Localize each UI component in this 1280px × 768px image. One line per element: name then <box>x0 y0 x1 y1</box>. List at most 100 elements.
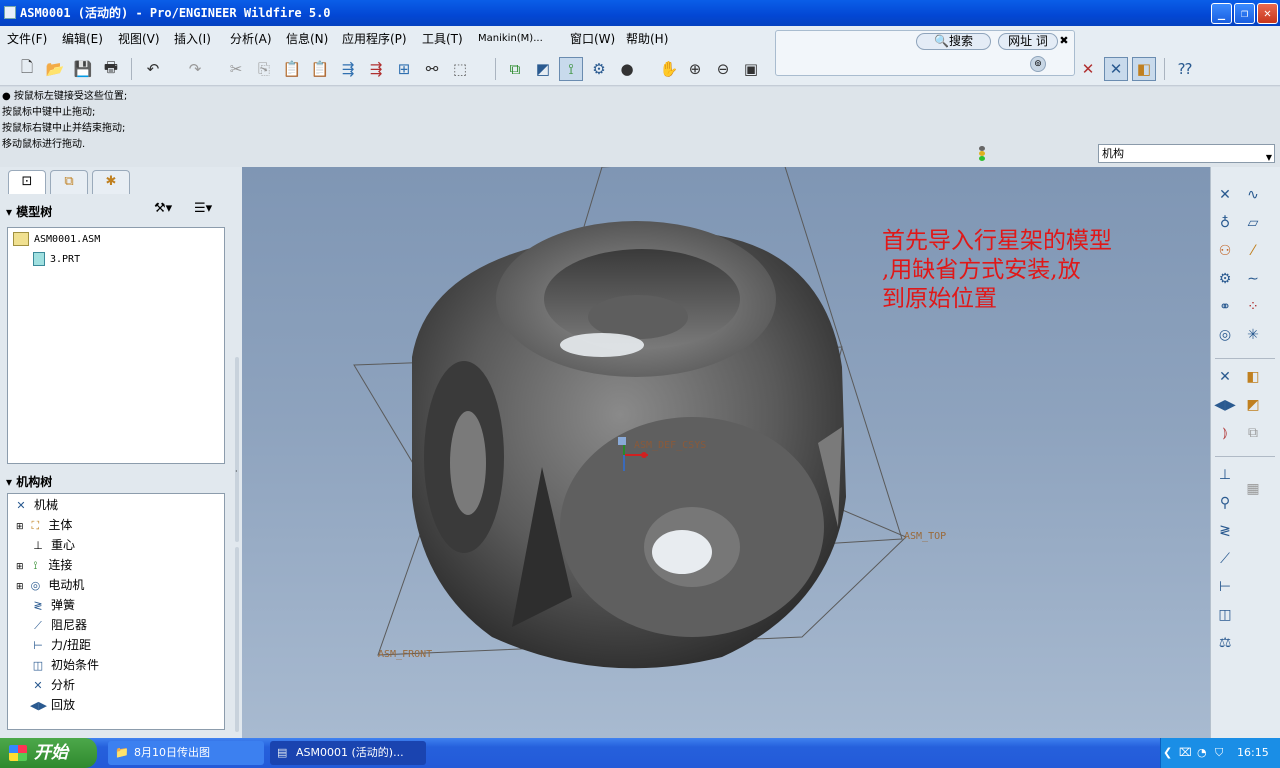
select-box-icon[interactable]: ⬚ <box>448 57 472 81</box>
menu-help[interactable]: 帮助(H) <box>626 26 668 52</box>
tree-item[interactable]: ✕ 机械 <box>13 496 58 514</box>
menu-file[interactable]: 文件(F) <box>7 26 47 52</box>
find-icon[interactable]: ⊞ <box>392 57 416 81</box>
start-button[interactable]: 开始 <box>0 738 97 768</box>
motor-icon[interactable]: ◎ <box>1214 324 1236 346</box>
damper-icon[interactable]: ⟋ <box>1214 548 1236 570</box>
tab-favorites[interactable]: ✱ <box>92 170 130 194</box>
minimize-button[interactable]: _ <box>1211 3 1232 24</box>
volume-icon[interactable]: ◔ <box>1197 738 1207 768</box>
spring-icon[interactable]: ≷ <box>1214 520 1236 542</box>
tree-item[interactable]: ✕ 分析 <box>30 676 75 694</box>
tab-folder-browser[interactable]: ⧉ <box>50 170 88 194</box>
mass-properties-icon[interactable]: ⚖ <box>1214 632 1236 654</box>
cut-icon[interactable]: ✂ <box>224 57 248 81</box>
maximize-button[interactable]: ❐ <box>1234 3 1255 24</box>
address-button[interactable]: 网址 词 <box>998 33 1058 50</box>
menu-insert[interactable]: 插入(I) <box>174 26 211 52</box>
task-proe[interactable]: ▤ ASM0001 (活动的)... <box>270 741 426 765</box>
graphics-window[interactable]: ASM_DEF_CSYS ASM_TOP ASM_FRONT 首先导入行星架的模… <box>242 167 1210 738</box>
close-button[interactable]: ✕ <box>1257 3 1278 24</box>
analysis-icon[interactable]: ✕ <box>1214 366 1236 388</box>
panel-splitter[interactable]: · <box>233 357 241 732</box>
pan-hand-icon[interactable]: ✋ <box>657 57 681 81</box>
datum-label-top[interactable]: ASM_TOP <box>904 531 946 542</box>
zoom-in-icon[interactable]: ⊕ <box>683 57 707 81</box>
tree-filter-icon[interactable]: ⧉ <box>503 57 527 81</box>
sketch-icon[interactable]: ◩ <box>531 57 555 81</box>
measure-icon[interactable]: ◧ <box>1242 366 1264 388</box>
tree-item[interactable]: ⟋ 阻尼器 <box>30 616 87 634</box>
cam-icon[interactable]: ∿ <box>1242 184 1264 206</box>
tree-item[interactable]: ≷ 弹簧 <box>30 596 75 614</box>
export-icon[interactable]: ⧉ <box>1242 422 1264 444</box>
connections-icon[interactable]: ⚇ <box>1214 240 1236 262</box>
datum-csys-icon[interactable]: ✳ <box>1242 324 1264 346</box>
search-button[interactable]: 🔍搜索 <box>916 33 991 50</box>
force-torque-icon[interactable]: ⊢ <box>1214 576 1236 598</box>
binoculars-icon[interactable]: ⚯ <box>420 57 444 81</box>
shading-sphere-icon[interactable]: ● <box>615 57 639 81</box>
initial-condition-icon[interactable]: ◫ <box>1214 604 1236 626</box>
print-icon[interactable]: 🖶 <box>99 57 123 81</box>
menu-analysis[interactable]: 分析(A) <box>230 26 272 52</box>
copy-icon[interactable]: ⎘ <box>252 57 276 81</box>
menu-tools[interactable]: 工具(T) <box>422 26 463 52</box>
tree-item[interactable]: ◫ 初始条件 <box>30 656 99 674</box>
menu-view[interactable]: 视图(V) <box>118 26 160 52</box>
tab-model-tree[interactable]: ⊡ <box>8 170 46 194</box>
gear-icon[interactable]: ⚙ <box>1214 268 1236 290</box>
tree-tools-icon[interactable]: ⚒▾ <box>154 201 172 216</box>
settings-icon[interactable]: ⚙ <box>587 57 611 81</box>
datum-label-front[interactable]: ASM_FRONT <box>378 649 432 660</box>
datum-axis-icon[interactable]: ✕ <box>1076 57 1100 81</box>
model-tree-header[interactable]: ▾ 模型树 <box>6 203 52 220</box>
datum-point-icon[interactable]: ✕ <box>1104 57 1128 81</box>
selection-filter[interactable]: 机构 ▼ <box>1098 144 1275 163</box>
refit-icon[interactable]: ▣ <box>739 57 763 81</box>
tree-item[interactable]: 3.PRT <box>33 251 80 269</box>
curve-icon[interactable]: ∼ <box>1242 268 1264 290</box>
undo-icon[interactable]: ↶ <box>141 57 165 81</box>
clock[interactable]: 16:15 <box>1237 738 1269 768</box>
paste-icon[interactable]: 📋 <box>280 57 304 81</box>
tree-item[interactable]: ⊞ ⛶ 主体 <box>16 516 72 534</box>
gravity-icon[interactable]: ♁ <box>1214 212 1236 234</box>
network-icon[interactable]: ⌧ <box>1179 738 1192 768</box>
save-icon[interactable]: 💾 <box>71 57 95 81</box>
menu-manikin[interactable]: Manikin(M)... <box>478 26 543 52</box>
menu-info[interactable]: 信息(N) <box>286 26 328 52</box>
csys-label[interactable]: ASM_DEF_CSYS <box>634 440 706 451</box>
context-help-icon[interactable]: ⁇ <box>1173 57 1197 81</box>
tree-settings-icon[interactable]: ☰▾ <box>194 201 212 216</box>
paste-special-icon[interactable]: 📋 <box>308 57 332 81</box>
connections-icon[interactable]: ⟟ <box>559 57 583 81</box>
mechanism-tree-header[interactable]: ▾ 机构树 <box>6 473 52 490</box>
tree-item[interactable]: ⊢ 力/扭距 <box>30 636 91 654</box>
belt-icon[interactable]: ⚭ <box>1214 296 1236 318</box>
table-icon[interactable]: ▦ <box>1242 478 1264 500</box>
playback-icon[interactable]: ◀▶ <box>1214 394 1236 416</box>
menu-applications[interactable]: 应用程序(P) <box>342 26 407 52</box>
tree-item[interactable]: ⊥ 重心 <box>30 536 75 554</box>
datum-axis-icon[interactable]: ⁄ <box>1242 240 1264 262</box>
tree-item[interactable]: ◀▶ 回放 <box>30 696 75 714</box>
menu-window[interactable]: 窗口(W) <box>570 26 615 52</box>
datum-csys-icon[interactable]: ◧ <box>1132 57 1156 81</box>
datum-plane-icon[interactable]: ▱ <box>1242 212 1264 234</box>
regenerate-icon[interactable]: ⇶ <box>336 57 360 81</box>
task-folder[interactable]: 📁 8月10日传出图 <box>108 741 264 765</box>
security-shield-icon[interactable]: ⛉ <box>1215 738 1223 768</box>
close-icon[interactable]: ✖ <box>1057 34 1071 48</box>
tree-item[interactable]: ⊞ ⟟ 连接 <box>16 556 72 574</box>
regen-manager-icon[interactable]: ⇶ <box>364 57 388 81</box>
mechanism-icon[interactable]: ✕ <box>1214 184 1236 206</box>
graph-icon[interactable]: ⦆ <box>1214 422 1236 444</box>
redo-icon[interactable]: ↷ <box>183 57 207 81</box>
new-file-icon[interactable]: 🗋 <box>15 57 39 81</box>
go-icon[interactable]: ⊚ <box>1030 56 1046 72</box>
results-icon[interactable]: ◩ <box>1242 394 1264 416</box>
chevron-left-icon[interactable]: ❮ <box>1163 738 1172 768</box>
servo-motor-icon[interactable]: ⚲ <box>1214 492 1236 514</box>
datum-point-icon[interactable]: ⁘ <box>1242 296 1264 318</box>
